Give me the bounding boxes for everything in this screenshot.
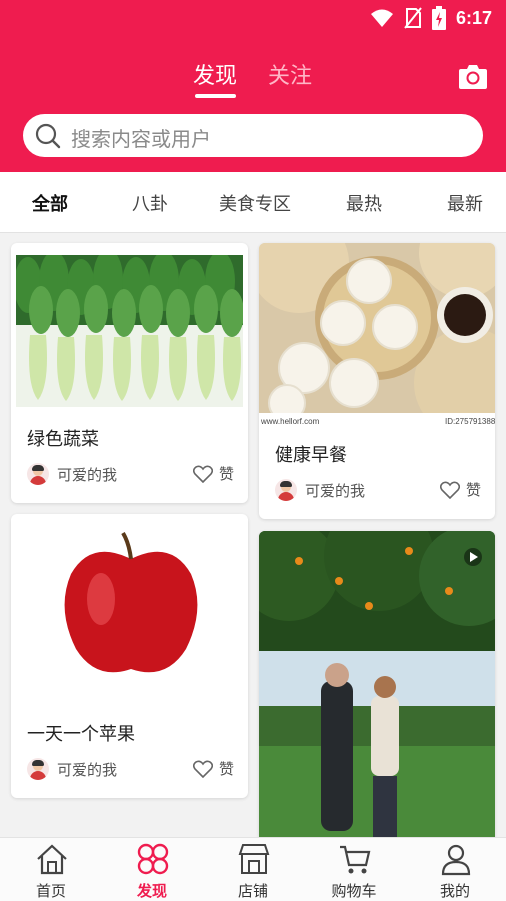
like-label: 赞: [465, 481, 481, 499]
nav-label: 我的: [439, 882, 470, 900]
heart-icon: [192, 760, 213, 778]
nav-home[interactable]: 首页: [11, 838, 91, 901]
nav-label: 店铺: [237, 882, 268, 900]
user-icon: [441, 844, 471, 876]
heart-icon: [439, 481, 460, 499]
category-food[interactable]: 美食专区: [219, 190, 291, 216]
category-gossip[interactable]: 八卦: [132, 190, 168, 216]
category-latest[interactable]: 最新: [447, 190, 483, 216]
author-name: 可爱的我: [57, 760, 118, 779]
battery-icon: [431, 6, 446, 30]
nav-discover[interactable]: 发现: [112, 838, 192, 901]
post-card[interactable]: 绿色蔬菜 可爱的我 赞: [11, 243, 248, 503]
status-time: 6:17: [455, 7, 492, 28]
category-hot[interactable]: 最热: [346, 190, 382, 216]
category-tabs: 全部 八卦 美食专区 最热 最新: [0, 172, 506, 232]
nav-shop[interactable]: 店铺: [213, 838, 293, 901]
apple-image: [64, 531, 198, 673]
post-card[interactable]: 一天一个苹果 可爱的我 赞: [11, 514, 248, 798]
category-all[interactable]: 全部: [32, 190, 68, 216]
nav-label: 发现: [136, 882, 167, 900]
bottom-nav: 首页 发现 店铺 购物车 我的: [0, 837, 506, 901]
post-title: 一天一个苹果: [27, 724, 135, 745]
cart-icon: [340, 845, 371, 874]
search-placeholder: 搜索内容或用户: [71, 127, 211, 151]
author-name: 可爱的我: [305, 481, 366, 500]
like-label: 赞: [218, 465, 234, 483]
post-title: 健康早餐: [275, 445, 347, 466]
post-card[interactable]: www.hellorf.com ID:275791388 健康早餐 可爱的我 赞: [259, 243, 495, 519]
feed: 绿色蔬菜 可爱的我 赞 www.hellorf.com ID:275791388…: [0, 233, 506, 837]
status-bar: 6:17: [370, 6, 492, 30]
like-button[interactable]: 赞: [192, 463, 234, 484]
post-author[interactable]: 可爱的我: [275, 479, 365, 501]
top-tabs: 发现 关注: [0, 58, 506, 98]
post-author[interactable]: 可爱的我: [27, 463, 117, 485]
shop-icon: [238, 844, 270, 874]
watermark-right: ID:275791388: [445, 417, 495, 426]
heart-icon: [192, 465, 213, 483]
like-label: 赞: [218, 760, 234, 778]
video-thumbnail: [259, 531, 495, 837]
author-name: 可爱的我: [57, 465, 118, 484]
wifi-icon: [370, 9, 393, 27]
tab-following[interactable]: 关注: [268, 58, 312, 90]
home-icon: [37, 844, 67, 875]
like-button[interactable]: 赞: [192, 758, 234, 779]
discover-icon: [137, 843, 169, 875]
search-icon: [35, 123, 61, 149]
no-sim-icon: [404, 7, 422, 29]
app-header: 6:17 发现 关注 搜索内容或用户: [0, 0, 506, 172]
camera-icon[interactable]: [458, 62, 488, 90]
video-card[interactable]: [259, 531, 495, 837]
post-title: 绿色蔬菜: [27, 429, 99, 450]
like-button[interactable]: 赞: [439, 479, 481, 500]
avatar: [27, 463, 49, 485]
post-author[interactable]: 可爱的我: [27, 758, 117, 780]
search-input[interactable]: 搜索内容或用户: [23, 114, 483, 157]
active-tab-indicator: [195, 94, 236, 98]
tab-discover[interactable]: 发现: [193, 58, 237, 90]
nav-label: 购物车: [331, 882, 377, 900]
breakfast-image: www.hellorf.com ID:275791388: [259, 243, 495, 427]
nav-label: 首页: [35, 882, 66, 900]
nav-cart[interactable]: 购物车: [314, 838, 394, 901]
nav-me[interactable]: 我的: [415, 838, 495, 901]
watermark-left: www.hellorf.com: [260, 417, 320, 426]
vegetables-image: [16, 255, 243, 407]
avatar: [275, 479, 297, 501]
avatar: [27, 758, 49, 780]
